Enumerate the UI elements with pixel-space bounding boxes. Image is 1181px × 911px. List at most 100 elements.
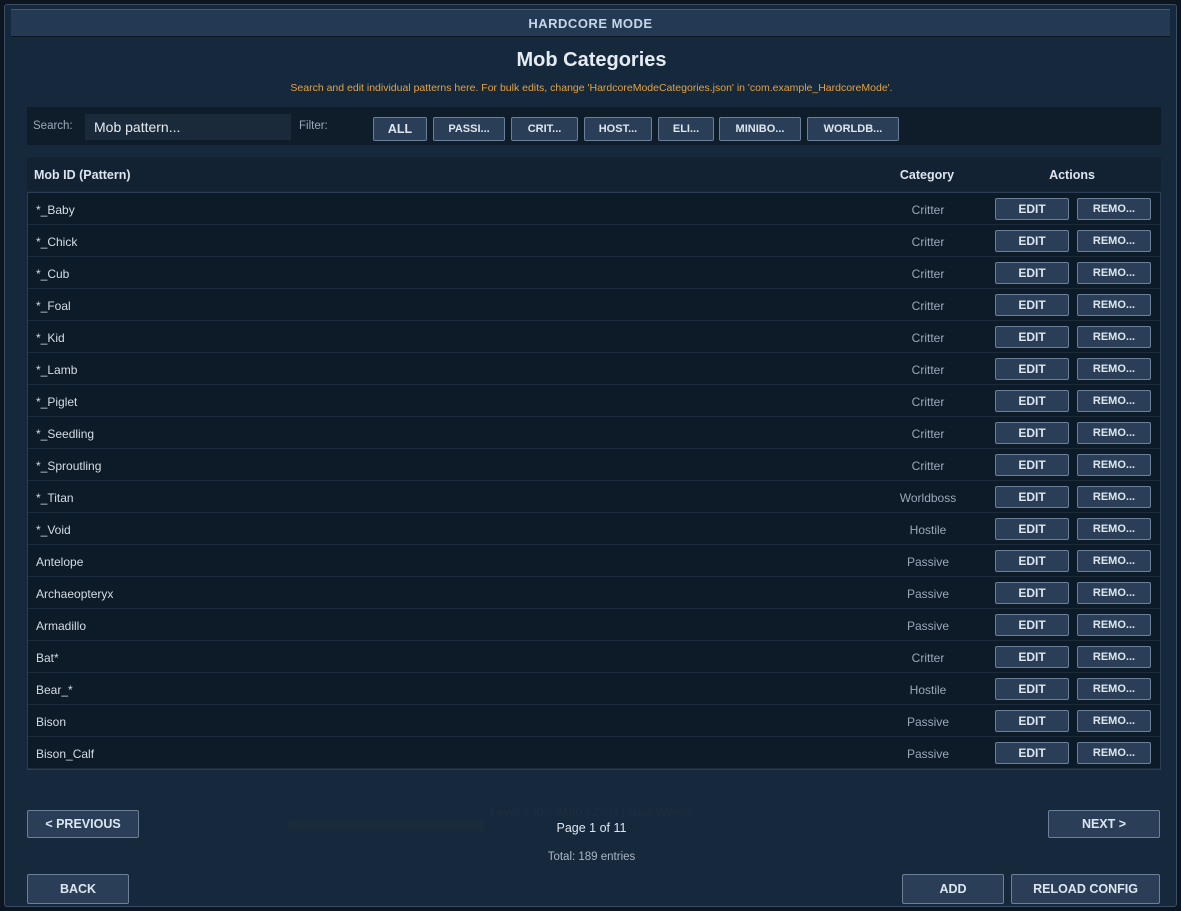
category-cell: Critter	[911, 235, 945, 249]
category-cell: Passive	[906, 587, 950, 601]
table-row: *_Titan Worldboss EDIT REMO...	[28, 481, 1160, 513]
remove-button[interactable]: REMO...	[1077, 422, 1151, 444]
mob-pattern-cell: *_Void	[36, 523, 71, 537]
mob-pattern-cell: *_Piglet	[36, 395, 78, 409]
mob-pattern-cell: *_Chick	[36, 235, 78, 249]
category-cell: Critter	[911, 363, 945, 377]
category-cell: Critter	[911, 299, 945, 313]
edit-button[interactable]: EDIT	[995, 678, 1069, 700]
filter-critter-button[interactable]: CRIT...	[511, 117, 578, 141]
table-row: *_Baby Critter EDIT REMO...	[28, 193, 1160, 225]
mob-table[interactable]: *_Baby Critter EDIT REMO... *_Chick Critter ED…	[27, 192, 1161, 770]
remove-button[interactable]: REMO...	[1077, 390, 1151, 412]
table-row: Bison Passive EDIT REMO...	[28, 705, 1160, 737]
category-cell: Hostile	[909, 683, 947, 697]
total-entries-label: Total: 189 entries	[547, 851, 636, 863]
remove-button[interactable]: REMO...	[1077, 294, 1151, 316]
mob-pattern-cell: Antelope	[36, 555, 84, 569]
search-input[interactable]	[85, 114, 291, 140]
filter-elite-button[interactable]: ELI...	[658, 117, 714, 141]
mod-config-window: HARDCORE MODE Mob Categories Search and …	[4, 4, 1177, 907]
table-row: *_Chick Critter EDIT REMO...	[28, 225, 1160, 257]
mob-pattern-cell: Bison	[36, 715, 67, 729]
category-cell: Critter	[911, 203, 945, 217]
next-page-button[interactable]: NEXT >	[1048, 810, 1160, 838]
category-cell: Worldboss	[899, 491, 957, 505]
table-row: Antelope Passive EDIT REMO...	[28, 545, 1160, 577]
category-cell: Passive	[906, 715, 950, 729]
edit-button[interactable]: EDIT	[995, 550, 1069, 572]
mob-pattern-cell: Bison_Calf	[36, 747, 95, 761]
remove-button[interactable]: REMO...	[1077, 646, 1151, 668]
edit-button[interactable]: EDIT	[995, 582, 1069, 604]
remove-button[interactable]: REMO...	[1077, 550, 1151, 572]
edit-button[interactable]: EDIT	[995, 262, 1069, 284]
filter-worldboss-button[interactable]: WORLDB...	[807, 117, 899, 141]
category-cell: Critter	[911, 459, 945, 473]
category-cell: Passive	[906, 555, 950, 569]
mob-pattern-cell: *_Seedling	[36, 427, 95, 441]
table-row: Bison_Calf Passive EDIT REMO...	[28, 737, 1160, 769]
edit-button[interactable]: EDIT	[995, 294, 1069, 316]
edit-button[interactable]: EDIT	[995, 518, 1069, 540]
category-cell: Hostile	[909, 523, 947, 537]
mob-pattern-cell: Bear_*	[36, 683, 73, 697]
search-label: Search:	[33, 120, 73, 132]
remove-button[interactable]: REMO...	[1077, 262, 1151, 284]
remove-button[interactable]: REMO...	[1077, 326, 1151, 348]
edit-button[interactable]: EDIT	[995, 422, 1069, 444]
remove-button[interactable]: REMO...	[1077, 518, 1151, 540]
edit-button[interactable]: EDIT	[995, 454, 1069, 476]
add-button[interactable]: ADD	[902, 874, 1004, 904]
category-cell: Passive	[906, 619, 950, 633]
table-row: *_Lamb Critter EDIT REMO...	[28, 353, 1160, 385]
table-row: Bat* Critter EDIT REMO...	[28, 641, 1160, 673]
edit-button[interactable]: EDIT	[995, 358, 1069, 380]
remove-button[interactable]: REMO...	[1077, 454, 1151, 476]
search-filter-bar: Search: Filter: ALL PASSI... CRIT... HOS…	[27, 107, 1161, 145]
filter-passive-button[interactable]: PASSI...	[433, 117, 505, 141]
edit-button[interactable]: EDIT	[995, 198, 1069, 220]
mob-pattern-cell: Bat*	[36, 651, 59, 665]
table-row: Archaeopteryx Passive EDIT REMO...	[28, 577, 1160, 609]
remove-button[interactable]: REMO...	[1077, 198, 1151, 220]
remove-button[interactable]: REMO...	[1077, 230, 1151, 252]
table-row: Armadillo Passive EDIT REMO...	[28, 609, 1160, 641]
mob-pattern-cell: *_Titan	[36, 491, 74, 505]
column-header-mob-id: Mob ID (Pattern)	[34, 168, 131, 182]
back-button[interactable]: BACK	[27, 874, 129, 904]
category-cell: Critter	[911, 267, 945, 281]
edit-button[interactable]: EDIT	[995, 742, 1069, 764]
edit-button[interactable]: EDIT	[995, 390, 1069, 412]
reload-config-button[interactable]: RELOAD CONFIG	[1011, 874, 1160, 904]
edit-button[interactable]: EDIT	[995, 486, 1069, 508]
remove-button[interactable]: REMO...	[1077, 358, 1151, 380]
filter-hostile-button[interactable]: HOST...	[584, 117, 652, 141]
edit-button[interactable]: EDIT	[995, 230, 1069, 252]
edit-button[interactable]: EDIT	[995, 646, 1069, 668]
background-hud-text: Level 7 XP: 2490 / 2707 | New Weeks	[490, 805, 693, 819]
remove-button[interactable]: REMO...	[1077, 614, 1151, 636]
mob-pattern-cell: *_Cub	[36, 267, 70, 281]
remove-button[interactable]: REMO...	[1077, 742, 1151, 764]
edit-button[interactable]: EDIT	[995, 326, 1069, 348]
mob-pattern-cell: *_Sproutling	[36, 459, 102, 473]
page-subtitle: Search and edit individual patterns here…	[290, 82, 893, 94]
remove-button[interactable]: REMO...	[1077, 486, 1151, 508]
filter-label: Filter:	[299, 120, 328, 132]
window-title-bar: HARDCORE MODE	[11, 9, 1170, 37]
mob-pattern-cell: *_Lamb	[36, 363, 78, 377]
category-cell: Critter	[911, 395, 945, 409]
filter-miniboss-button[interactable]: MINIBO...	[719, 117, 801, 141]
table-row: *_Sproutling Critter EDIT REMO...	[28, 449, 1160, 481]
table-row: *_Piglet Critter EDIT REMO...	[28, 385, 1160, 417]
edit-button[interactable]: EDIT	[995, 614, 1069, 636]
category-cell: Critter	[911, 331, 945, 345]
remove-button[interactable]: REMO...	[1077, 710, 1151, 732]
category-cell: Critter	[911, 427, 945, 441]
remove-button[interactable]: REMO...	[1077, 678, 1151, 700]
remove-button[interactable]: REMO...	[1077, 582, 1151, 604]
filter-all-button[interactable]: ALL	[373, 117, 427, 141]
edit-button[interactable]: EDIT	[995, 710, 1069, 732]
page-indicator: Page 1 of 11	[556, 821, 627, 835]
